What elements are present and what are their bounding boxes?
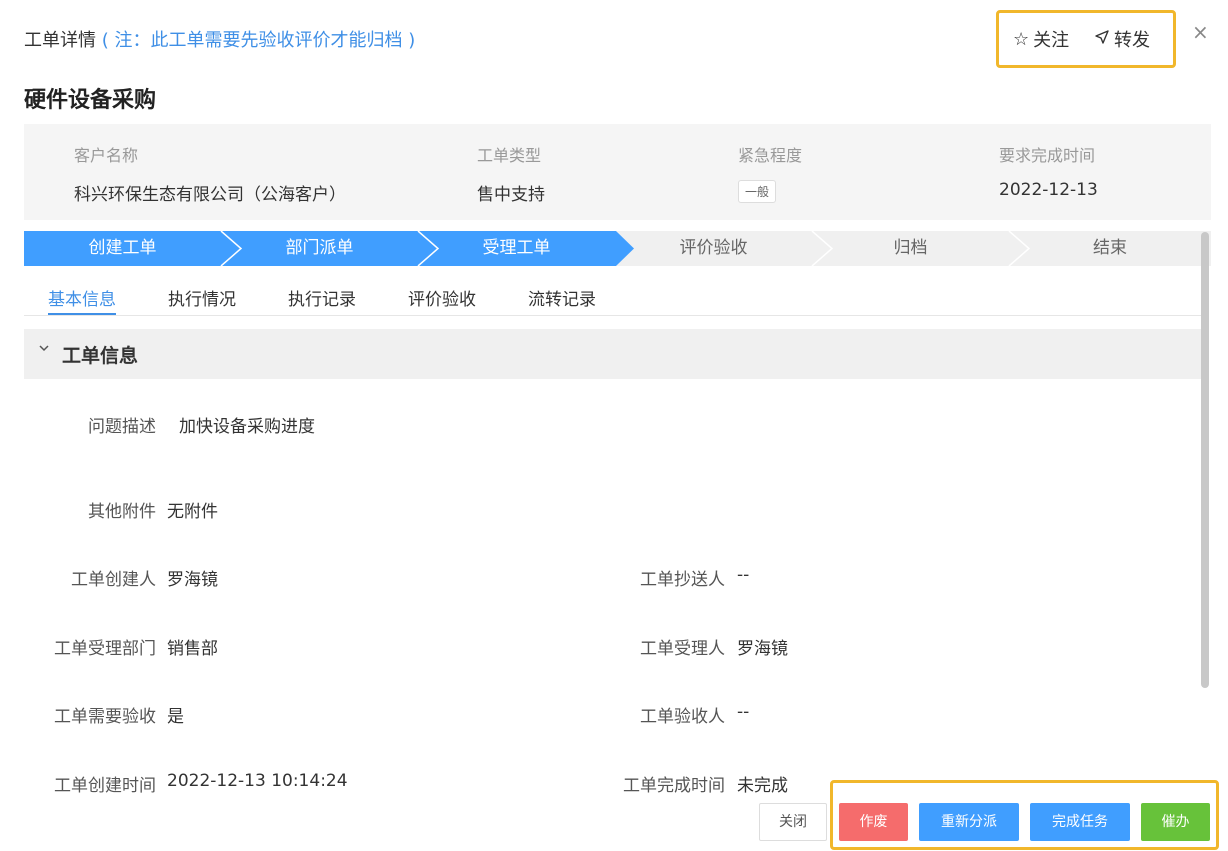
summary-customer: 客户名称 科兴环保生态有限公司（公海客户） — [74, 142, 346, 205]
dialog-title: 工单详情 ( 注：此工单需要先验收评价才能归档 ) — [24, 26, 415, 52]
desc-value: 加快设备采购进度 — [179, 417, 315, 437]
finished-label: 工单完成时间 — [623, 776, 725, 796]
close-button[interactable]: 关闭 — [759, 803, 827, 841]
section-header-ticket-info[interactable]: 工单信息 — [24, 329, 1201, 379]
tab-evaluation[interactable]: 评价验收 — [408, 285, 476, 310]
vertical-scrollbar[interactable] — [1201, 232, 1209, 688]
tab-basic-info[interactable]: 基本信息 — [48, 285, 116, 315]
summary-type: 工单类型 售中支持 — [477, 142, 545, 205]
star-icon: ☆ — [1013, 28, 1030, 50]
top-actions-highlight: ☆ 关注 转发 — [996, 10, 1176, 68]
send-icon — [1094, 29, 1110, 50]
created-label: 工单创建时间 — [54, 776, 156, 796]
section-title: 工单信息 — [62, 345, 139, 367]
type-value: 售中支持 — [477, 185, 545, 205]
tab-execution-status[interactable]: 执行情况 — [168, 285, 236, 310]
tab-execution-log[interactable]: 执行记录 — [288, 285, 356, 310]
dept-value: 销售部 — [167, 639, 218, 659]
step-dispatch: 部门派单 — [285, 238, 354, 258]
forward-label: 转发 — [1114, 30, 1150, 51]
follow-label: 关注 — [1033, 30, 1070, 51]
complete-task-button[interactable]: 完成任务 — [1030, 803, 1130, 841]
desc-label: 问题描述 — [88, 417, 156, 437]
urgency-badge: 一般 — [738, 180, 777, 203]
dialog-title-text: 工单详情 — [24, 30, 96, 51]
urgency-label: 紧急程度 — [738, 146, 803, 165]
cc-value: -- — [737, 565, 750, 585]
due-value: 2022-12-13 — [999, 180, 1098, 200]
step-end: 结束 — [1093, 238, 1127, 258]
page-title: 硬件设备采购 — [24, 88, 157, 113]
customer-value: 科兴环保生态有限公司（公海客户） — [74, 185, 346, 205]
assignee-value: 罗海镜 — [737, 639, 788, 659]
customer-label: 客户名称 — [74, 146, 139, 165]
detail-tabs: 基本信息 执行情况 执行记录 评价验收 流转记录 — [24, 285, 1201, 316]
step-create: 创建工单 — [88, 238, 157, 258]
tab-flow-log[interactable]: 流转记录 — [528, 285, 596, 310]
attach-value: 无附件 — [167, 502, 218, 522]
progress-steps: 创建工单 部门派单 受理工单 评价验收 归档 结束 — [24, 231, 1211, 266]
creator-label: 工单创建人 — [71, 570, 156, 590]
reassign-button[interactable]: 重新分派 — [919, 803, 1019, 841]
type-label: 工单类型 — [477, 146, 542, 165]
dialog-title-note: ( 注：此工单需要先验收评价才能归档 ) — [101, 30, 416, 51]
attach-label: 其他附件 — [88, 502, 156, 522]
forward-button[interactable]: 转发 — [1094, 26, 1150, 52]
assignee-label: 工单受理人 — [640, 639, 725, 659]
summary-panel: 客户名称 科兴环保生态有限公司（公海客户） 工单类型 售中支持 紧急程度 一般 … — [24, 124, 1211, 220]
cc-label: 工单抄送人 — [640, 570, 725, 590]
finished-value: 未完成 — [737, 776, 788, 796]
acceptor-value: -- — [737, 702, 750, 722]
dept-label: 工单受理部门 — [54, 639, 156, 659]
summary-due: 要求完成时间 2022-12-13 — [999, 142, 1098, 200]
created-value: 2022-12-13 10:14:24 — [167, 771, 348, 791]
acceptor-label: 工单验收人 — [640, 707, 725, 727]
creator-value: 罗海镜 — [167, 570, 218, 590]
summary-urgency: 紧急程度 一般 — [738, 142, 802, 203]
urge-button[interactable]: 催办 — [1141, 803, 1210, 841]
step-accept: 受理工单 — [482, 238, 551, 258]
void-button[interactable]: 作废 — [839, 803, 908, 841]
follow-button[interactable]: ☆ 关注 — [1013, 26, 1069, 52]
step-archive: 归档 — [893, 238, 928, 258]
need-accept-label: 工单需要验收 — [54, 707, 156, 727]
due-label: 要求完成时间 — [999, 146, 1096, 165]
need-accept-value: 是 — [167, 707, 184, 727]
close-icon[interactable]: × — [1192, 20, 1209, 44]
chevron-down-icon — [38, 342, 50, 358]
step-evaluate: 评价验收 — [679, 238, 748, 258]
